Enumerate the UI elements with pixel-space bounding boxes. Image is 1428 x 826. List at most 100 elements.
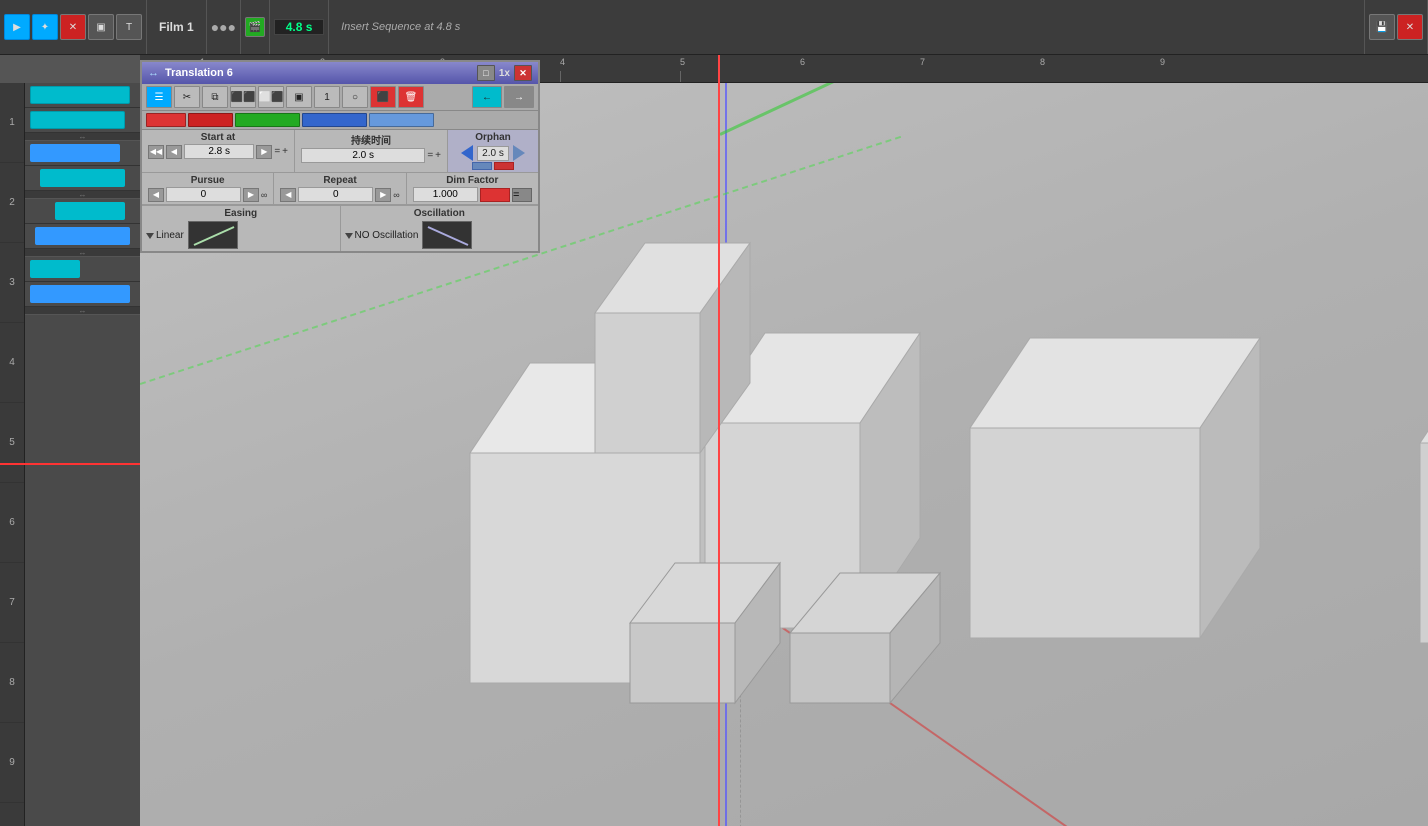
duration-value[interactable]: 2.0 s [301,148,425,163]
orphan-arrow-left[interactable] [461,145,473,161]
play-btn[interactable]: 🎬 [245,17,265,37]
color-bar-2[interactable] [188,113,233,127]
pursue-label: Pursue [148,175,267,186]
clip-1a[interactable] [30,86,130,104]
panel-tool-keys[interactable]: ⬛⬛ [230,86,256,108]
film-title: Film 1 [151,20,202,34]
panel-tool-right-arrow[interactable]: → [504,86,534,108]
track-resize-3[interactable]: ↔ [25,249,140,257]
easing-dropdown-icon[interactable] [146,233,154,239]
select-tool-btn[interactable]: ▶ [4,14,30,40]
start-prev-btn[interactable]: ◀◀ [148,145,164,159]
dim-factor-bar [480,188,510,202]
repeat-section: Repeat ◀ 0 ▶ ∞ [274,173,406,204]
panel-tool-circle[interactable]: ○ [342,86,368,108]
dim-factor-btn[interactable]: = [512,188,532,202]
oscillation-value: NO Oscillation [355,230,419,241]
panel-tool-1[interactable]: 1 [314,86,340,108]
dim-factor-value[interactable]: 1.000 [413,187,478,202]
easing-curve-svg [189,222,238,249]
panel-tool-left-arrow[interactable]: ← [472,86,502,108]
panel-tool-stop[interactable]: ⬛ [370,86,396,108]
clip-3b[interactable] [35,227,130,245]
tool5-btn[interactable]: T [116,14,142,40]
panel-settings-btn[interactable]: □ [477,65,495,81]
track-row-4b [25,282,140,307]
save-btn[interactable]: 💾 [1369,14,1395,40]
animation-icon-section: 🎬 [241,0,270,54]
box4-top [1420,353,1428,443]
color-bar-1[interactable] [146,113,186,127]
orphan-label: Orphan [475,132,511,143]
pursue-left-btn[interactable]: ◀ [148,188,164,202]
repeat-value[interactable]: 0 [298,187,373,202]
duration-section: 持续时间 2.0 s = + [295,130,448,172]
panel-tool-time[interactable]: ▣ [286,86,312,108]
start-at-value[interactable]: 2.8 s [184,144,254,159]
track-resize-1[interactable]: ↔ [25,133,140,141]
oscillation-select[interactable]: NO Oscillation [345,230,419,241]
close-btn[interactable]: ✕ [1397,14,1423,40]
easing-select[interactable]: Linear [146,230,184,241]
time1-section: 4.8 s [270,0,329,54]
track-clips-area: ↔ ↔ ↔ ↔ [25,83,140,826]
ruler-mark-4: 4 [560,57,565,67]
repeat-right-btn[interactable]: ▶ [375,188,391,202]
color-bar-5[interactable] [369,113,434,127]
track-num-4: 4 [0,323,24,403]
pursue-inf: ∞ [261,190,267,200]
start-plus: + [282,146,288,157]
oscillation-dropdown-icon[interactable] [345,233,353,239]
small-box2-front [790,633,890,703]
easing-oscillation-row: Easing Linear Oscillation NO Oscilla [142,205,538,251]
track-row-1b [25,108,140,133]
dots-section: ●●● [207,0,241,54]
panel-tool-cut[interactable]: ✂ [174,86,200,108]
track-row-3a [25,199,140,224]
tool2-btn[interactable]: ✦ [32,14,58,40]
clip-3a[interactable] [55,202,125,220]
pursue-right-btn[interactable]: ▶ [243,188,259,202]
panel-close-btn[interactable]: ✕ [514,65,532,81]
translation-panel: ↔ Translation 6 □ 1x ✕ ☰ ✂ ⧉ ⬛⬛ ⬜⬛ ▣ 1 ○… [140,60,540,253]
track-number-column: 1 2 3 4 5 6 7 8 9 [0,83,25,826]
color-bar-3[interactable] [235,113,300,127]
orphan-bar2 [494,162,514,170]
track-resize-2[interactable]: ↔ [25,191,140,199]
panel-tool-trim[interactable]: ⬜⬛ [258,86,284,108]
tool4-btn[interactable]: ▣ [88,14,114,40]
color-bars-row [142,111,538,130]
repeat-inf: ∞ [393,190,399,200]
panel-header-right: □ 1x ✕ [477,65,532,81]
track-num-2: 2 [0,163,24,243]
clip-1b[interactable] [30,111,125,129]
box4-front [1420,443,1428,643]
track-num-3: 3 [0,243,24,323]
ruler-mark-9: 9 [1160,57,1165,67]
box3-front [970,428,1200,638]
clip-2b[interactable] [40,169,125,187]
panel-tool-copy[interactable]: ⧉ [202,86,228,108]
tool3-btn[interactable]: ✕ [60,14,86,40]
clip-4a[interactable] [30,260,80,278]
panel-tool-delete[interactable]: 🗑 [398,86,424,108]
color-bar-4[interactable] [302,113,367,127]
ruler-mark-6: 6 [800,57,805,67]
playhead-line [0,463,140,465]
track-resize-4[interactable]: ↔ [25,307,140,315]
ruler-mark-8: 8 [1040,57,1045,67]
oscillation-section: Oscillation NO Oscillation [341,206,539,251]
orphan-value[interactable]: 2.0 s [477,146,509,161]
pursue-section: Pursue ◀ 0 ▶ ∞ [142,173,274,204]
dur-eq: = [427,150,433,161]
panel-tool-list[interactable]: ☰ [146,86,172,108]
clip-4b[interactable] [30,285,130,303]
repeat-left-btn[interactable]: ◀ [280,188,296,202]
start-next-btn[interactable]: ▶ [256,145,272,159]
pursue-value[interactable]: 0 [166,187,241,202]
top-toolbar: ▶ ✦ ✕ ▣ T Film 1 ●●● 🎬 4.8 s Insert Sequ… [0,0,1428,55]
playhead[interactable] [718,55,720,826]
orphan-arrow-right[interactable] [513,145,525,161]
clip-2a[interactable] [30,144,120,162]
start-prev2-btn[interactable]: ◀ [166,145,182,159]
